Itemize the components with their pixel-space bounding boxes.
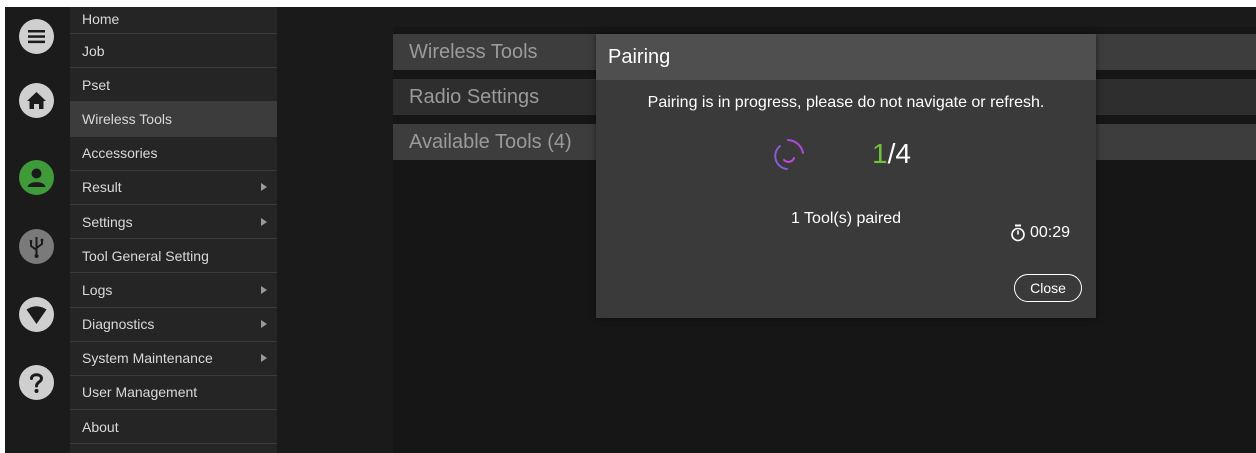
help-icon[interactable] bbox=[19, 365, 54, 400]
menu-item-job[interactable]: Job bbox=[70, 34, 277, 69]
menu-item-diagnostics[interactable]: Diagnostics bbox=[70, 308, 277, 342]
paired-count: 1 bbox=[872, 138, 888, 169]
close-button[interactable]: Close bbox=[1014, 274, 1082, 302]
home-icon[interactable] bbox=[19, 83, 54, 118]
menu-icon[interactable] bbox=[19, 19, 54, 54]
submenu-arrow-icon bbox=[261, 354, 267, 363]
menu-item-label: System Maintenance bbox=[82, 350, 213, 367]
icon-sidebar bbox=[5, 7, 70, 453]
menu-item-label: Settings bbox=[82, 213, 133, 230]
stopwatch-icon bbox=[1011, 224, 1025, 242]
usb-icon[interactable] bbox=[19, 229, 54, 264]
menu-item-accessories[interactable]: Accessories bbox=[70, 137, 277, 171]
loading-spinner-icon bbox=[766, 134, 810, 183]
dialog-title: Pairing bbox=[596, 34, 1096, 80]
user-icon[interactable] bbox=[19, 160, 54, 195]
menu-item-label: Logs bbox=[82, 281, 113, 298]
menu-item-about[interactable]: About bbox=[70, 410, 277, 445]
menu-item-system-maintenance[interactable]: System Maintenance bbox=[70, 342, 277, 376]
menu-item-user-management[interactable]: User Management bbox=[70, 376, 277, 411]
total-count: /4 bbox=[887, 138, 911, 169]
pairing-progress-count: 1/4 bbox=[872, 138, 911, 170]
menu-item-home[interactable]: Home bbox=[70, 7, 277, 34]
menu-item-label: Accessories bbox=[82, 145, 158, 162]
pairing-dialog: Pairing Pairing is in progress, please d… bbox=[596, 34, 1096, 318]
menu-item-wireless-tools[interactable]: Wireless Tools bbox=[70, 102, 277, 137]
menu-item-label: Wireless Tools bbox=[82, 110, 172, 127]
menu-item-tool-general-setting[interactable]: Tool General Setting bbox=[70, 239, 277, 274]
menu-item-label: Result bbox=[82, 179, 122, 196]
menu-item-label: Tool General Setting bbox=[82, 247, 209, 264]
menu-item-pset[interactable]: Pset bbox=[70, 68, 277, 103]
menu-item-label: Job bbox=[82, 42, 105, 59]
menu-item-logs[interactable]: Logs bbox=[70, 273, 277, 308]
submenu-arrow-icon bbox=[261, 285, 267, 294]
pairing-timer: 00:29 bbox=[1010, 224, 1070, 242]
submenu-arrow-icon bbox=[261, 183, 267, 192]
dialog-message: Pairing is in progress, please do not na… bbox=[647, 94, 1045, 111]
menu-item-label: Pset bbox=[82, 76, 111, 93]
menu-item-label: About bbox=[82, 418, 119, 435]
main-menu: Home Job Pset Wireless Tools Accessories… bbox=[70, 7, 277, 453]
menu-item-settings[interactable]: Settings bbox=[70, 205, 277, 240]
menu-item-label: Home bbox=[82, 11, 120, 27]
menu-item-label: User Management bbox=[82, 384, 198, 401]
menu-item-label: Diagnostics bbox=[82, 316, 155, 333]
menu-item-result[interactable]: Result bbox=[70, 171, 277, 205]
timer-value: 00:29 bbox=[1030, 224, 1071, 241]
submenu-arrow-icon bbox=[261, 320, 267, 329]
submenu-arrow-icon bbox=[261, 217, 267, 226]
wifi-icon[interactable] bbox=[19, 297, 54, 332]
